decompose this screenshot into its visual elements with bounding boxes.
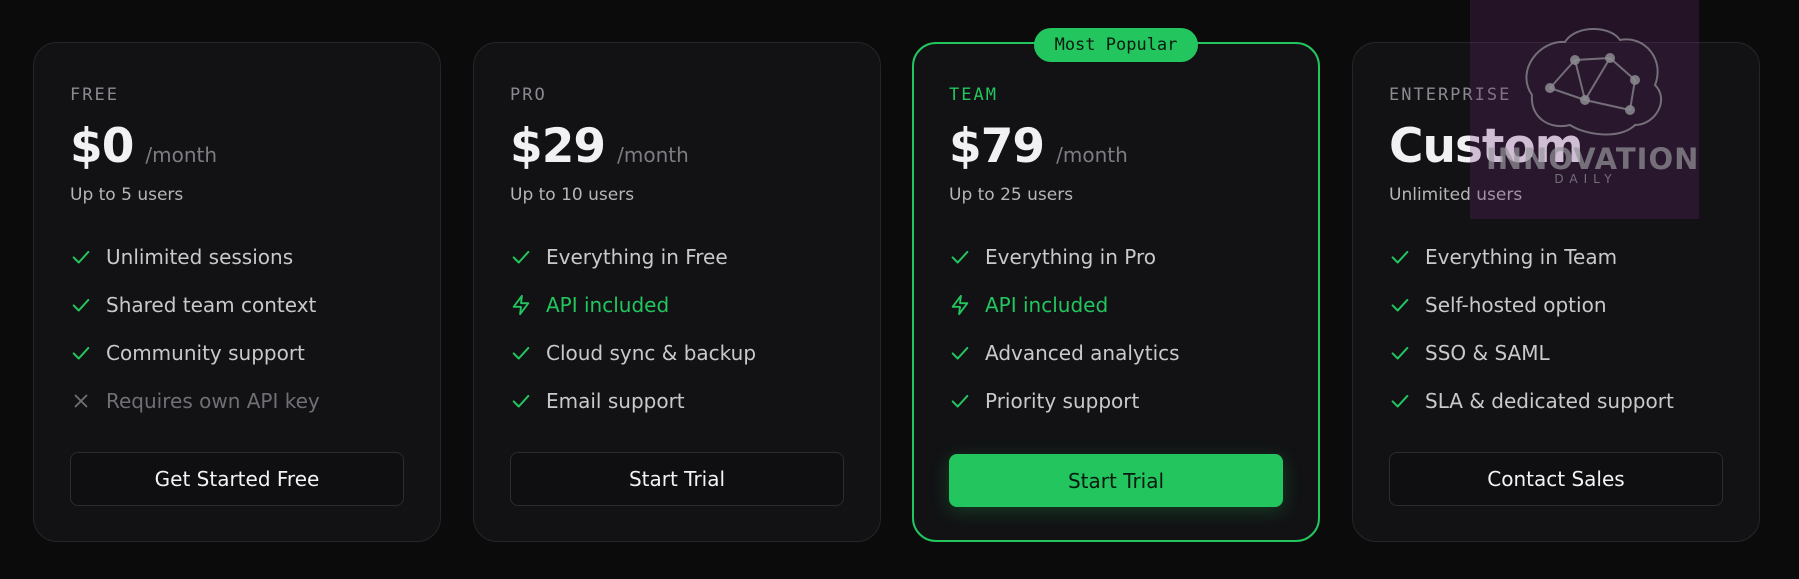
plan-card-team: TEAM $79 /month Up to 25 users Everythin…	[912, 42, 1320, 542]
bolt-icon	[949, 294, 971, 316]
check-icon	[510, 390, 532, 412]
feature-label: Advanced analytics	[985, 341, 1180, 365]
x-icon	[70, 390, 92, 412]
feature-label: Shared team context	[106, 293, 317, 317]
get-started-free-button[interactable]: Get Started Free	[70, 452, 404, 506]
plan-tier: FREE	[70, 85, 119, 105]
feature-list: Everything in Team Self-hosted option SSO …	[1389, 233, 1723, 425]
feature-label: SLA & dedicated support	[1425, 389, 1674, 413]
feature-label: SSO & SAML	[1425, 341, 1550, 365]
check-icon	[949, 342, 971, 364]
feature-label: Community support	[106, 341, 305, 365]
plan-price: $29	[510, 119, 606, 174]
plan-tier: TEAM	[949, 85, 998, 105]
plan-price: $0	[70, 119, 134, 174]
plan-tier: PRO	[510, 85, 547, 105]
plan-period: /month	[145, 143, 218, 167]
feature-list: Everything in Pro API included Advanced an…	[949, 233, 1283, 425]
feature-item: Unlimited sessions	[70, 233, 404, 281]
brain-network-icon	[1525, 28, 1662, 136]
check-icon	[510, 246, 532, 268]
feature-item: Advanced analytics	[949, 329, 1283, 377]
feature-label: API included	[546, 293, 670, 317]
check-icon	[949, 390, 971, 412]
price-row: $79 /month	[949, 119, 1283, 181]
feature-item: Everything in Pro	[949, 233, 1283, 281]
feature-item: API included	[949, 281, 1283, 329]
feature-item: Cloud sync & backup	[510, 329, 844, 377]
feature-item: Priority support	[949, 377, 1283, 425]
check-icon	[70, 246, 92, 268]
feature-item: Everything in Team	[1389, 233, 1723, 281]
check-icon	[1389, 390, 1411, 412]
contact-sales-button[interactable]: Contact Sales	[1389, 452, 1723, 506]
feature-list: Unlimited sessions Shared team context Com…	[70, 233, 404, 425]
feature-item: API included	[510, 281, 844, 329]
check-icon	[510, 342, 532, 364]
check-icon	[70, 342, 92, 364]
start-trial-button-team[interactable]: Start Trial	[949, 454, 1283, 507]
feature-item: SSO & SAML	[1389, 329, 1723, 377]
feature-item: Requires own API key	[70, 377, 404, 425]
feature-item: Everything in Free	[510, 233, 844, 281]
feature-label: Email support	[546, 389, 685, 413]
watermark-subtitle: DAILY	[1554, 172, 1618, 186]
feature-item: Community support	[70, 329, 404, 377]
feature-list: Everything in Free API included Cloud sync…	[510, 233, 844, 425]
feature-label: Everything in Pro	[985, 245, 1156, 269]
feature-label: Requires own API key	[106, 389, 320, 413]
feature-item: Shared team context	[70, 281, 404, 329]
bolt-icon	[510, 294, 532, 316]
check-icon	[1389, 342, 1411, 364]
feature-label: Unlimited sessions	[106, 245, 294, 269]
plan-price: $79	[949, 119, 1045, 174]
watermark-overlay	[1470, 0, 1699, 219]
plan-card-pro: PRO $29 /month Up to 10 users Everything…	[473, 42, 881, 542]
feature-label: Everything in Team	[1425, 245, 1618, 269]
most-popular-badge: Most Popular	[1034, 28, 1198, 62]
feature-item: Self-hosted option	[1389, 281, 1723, 329]
check-icon	[949, 246, 971, 268]
feature-label: Everything in Free	[546, 245, 728, 269]
check-icon	[70, 294, 92, 316]
plan-period: /month	[617, 143, 689, 167]
plan-users: Up to 5 users	[70, 185, 184, 205]
price-row: $0 /month	[70, 119, 404, 181]
check-icon	[1389, 294, 1411, 316]
feature-label: Self-hosted option	[1425, 293, 1607, 317]
watermark-title: INNOVATION	[1486, 142, 1700, 176]
check-icon	[1389, 246, 1411, 268]
feature-label: Cloud sync & backup	[546, 341, 757, 365]
feature-label: Priority support	[985, 389, 1140, 413]
price-row: $29 /month	[510, 119, 844, 181]
plan-card-free: FREE $0 /month Up to 5 users Unlimited s…	[33, 42, 441, 542]
plan-users: Up to 25 users	[949, 185, 1074, 205]
plan-period: /month	[1056, 143, 1128, 167]
start-trial-button-pro[interactable]: Start Trial	[510, 452, 844, 506]
feature-item: SLA & dedicated support	[1389, 377, 1723, 425]
feature-item: Email support	[510, 377, 844, 425]
plan-users: Up to 10 users	[510, 185, 635, 205]
feature-label: API included	[985, 293, 1109, 317]
